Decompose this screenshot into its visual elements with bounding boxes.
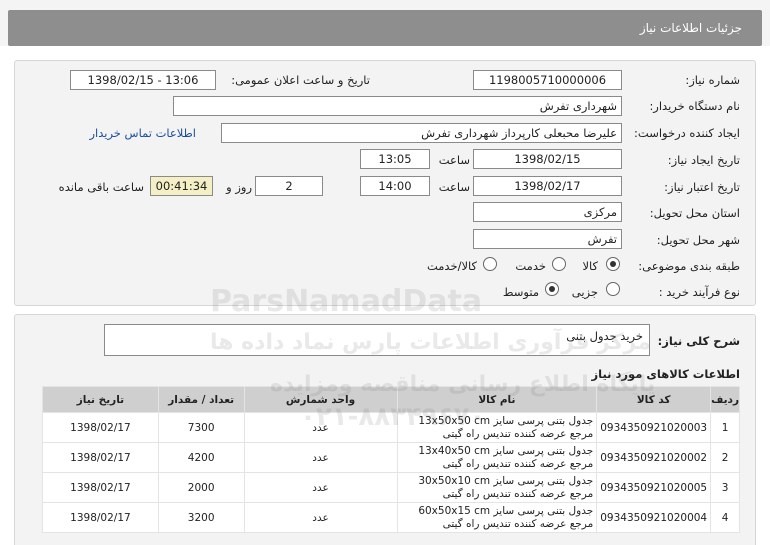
page-title: جزئیات اطلاعات نیاز: [8, 10, 762, 46]
need-number-label: شماره نیاز:: [685, 73, 740, 87]
process-medium-radio[interactable]: [545, 282, 559, 296]
category-service-radio[interactable]: [552, 257, 566, 271]
category-goods-label: کالا: [582, 259, 598, 273]
days-field[interactable]: 2: [255, 176, 323, 196]
cell-unit: عدد: [243, 472, 398, 503]
cell-need-date: 1398/02/17: [42, 502, 159, 533]
created-date-field[interactable]: 1398/02/15: [473, 149, 622, 169]
cell-quantity: 4200: [157, 442, 245, 473]
category-goods-radio[interactable]: [606, 257, 620, 271]
process-label: نوع فرآیند خرید :: [658, 285, 740, 299]
cell-need-date: 1398/02/17: [42, 412, 159, 443]
cell-item-code: 0934350921020002: [596, 442, 712, 473]
table-row: 1 0934350921020003 جدول بتنی پرسی سایز 1…: [42, 412, 740, 443]
col-need-date: تاریخ نیاز: [42, 386, 159, 413]
cell-need-date: 1398/02/17: [42, 472, 159, 503]
created-date-label: تاریخ ایجاد نیاز:: [667, 153, 740, 167]
city-field[interactable]: تفرش: [473, 229, 622, 249]
province-label: استان محل تحویل:: [649, 206, 740, 220]
created-time-field[interactable]: 13:05: [360, 149, 430, 169]
cell-item-code: 0934350921020005: [596, 472, 712, 503]
cell-quantity: 3200: [157, 502, 245, 533]
valid-date-label: تاریخ اعتبار نیاز:: [664, 180, 740, 194]
valid-time-field[interactable]: 14:00: [360, 176, 430, 196]
cell-row-number: 1: [710, 412, 740, 443]
goods-table: ردیف کد کالا نام کالا واحد شمارش تعداد /…: [42, 386, 740, 533]
process-minor-label: جزیی: [571, 285, 598, 299]
category-label: طبقه بندی موضوعی:: [638, 259, 740, 273]
col-row-number: ردیف: [710, 386, 740, 413]
cell-item-code: 0934350921020004: [596, 502, 712, 533]
requester-label: ایجاد کننده درخواست:: [634, 126, 740, 140]
category-service-label: خدمت: [515, 259, 546, 273]
remaining-label: ساعت باقی مانده: [58, 180, 144, 194]
table-row: 2 0934350921020002 جدول بتنی پرسی سایز 1…: [42, 442, 740, 473]
days-label: روز و: [226, 180, 252, 194]
goods-title: اطلاعات کالاهای مورد نیاز: [591, 367, 740, 381]
cell-item-name: جدول بتنی پرسی سایز 60x50x15 cm مرجع عرض…: [396, 502, 598, 533]
remaining-time-field: 00:41:34: [150, 176, 213, 196]
province-field[interactable]: مرکزی: [473, 202, 622, 222]
cell-quantity: 2000: [157, 472, 245, 503]
contact-buyer-link[interactable]: اطلاعات تماس خریدار: [89, 126, 196, 140]
cell-unit: عدد: [243, 412, 398, 443]
summary-field[interactable]: خرید جدول بتنی: [104, 324, 650, 356]
cell-row-number: 4: [710, 502, 740, 533]
city-label: شهر محل تحویل:: [656, 233, 740, 247]
table-row: 3 0934350921020005 جدول بتنی پرسی سایز 3…: [42, 472, 740, 503]
cell-item-name: جدول بتنی پرسی سایز 13x50x50 cm مرجع عرض…: [396, 412, 598, 443]
buyer-field[interactable]: شهرداری تفرش: [173, 96, 622, 116]
cell-quantity: 7300: [157, 412, 245, 443]
category-goods-service-radio[interactable]: [483, 257, 497, 271]
valid-date-field[interactable]: 1398/02/17: [473, 176, 622, 196]
table-row: 4 0934350921020004 جدول بتنی پرسی سایز 6…: [42, 502, 740, 533]
created-time-label: ساعت: [438, 153, 470, 167]
category-goods-service-label: کالا/خدمت: [426, 259, 477, 273]
cell-item-code: 0934350921020003: [596, 412, 712, 443]
col-item-name: نام کالا: [396, 386, 598, 413]
announce-field[interactable]: 1398/02/15 - 13:06: [70, 70, 216, 90]
col-quantity: تعداد / مقدار: [157, 386, 245, 413]
cell-unit: عدد: [243, 442, 398, 473]
need-number-field[interactable]: 1198005710000006: [473, 70, 622, 90]
cell-need-date: 1398/02/17: [42, 442, 159, 473]
cell-item-name: جدول بتنی پرسی سایز 30x50x10 cm مرجع عرض…: [396, 472, 598, 503]
header-area: جزئیات اطلاعات نیاز: [0, 0, 770, 46]
cell-unit: عدد: [243, 502, 398, 533]
valid-time-label: ساعت: [438, 180, 470, 194]
buyer-label: نام دستگاه خریدار:: [649, 99, 740, 113]
cell-row-number: 2: [710, 442, 740, 473]
col-item-code: کد کالا: [596, 386, 712, 413]
announce-label: تاریخ و ساعت اعلان عمومی:: [231, 73, 370, 87]
cell-item-name: جدول بتنی پرسی سایز 13x40x50 cm مرجع عرض…: [396, 442, 598, 473]
process-medium-label: متوسط: [502, 285, 539, 299]
summary-label: شرح کلی نیاز:: [657, 334, 740, 348]
process-minor-radio[interactable]: [606, 282, 620, 296]
requester-field[interactable]: علیرضا محبعلی کارپرداز شهرداری تفرش: [221, 123, 622, 143]
table-header-row: ردیف کد کالا نام کالا واحد شمارش تعداد /…: [42, 386, 740, 413]
col-unit: واحد شمارش: [243, 386, 398, 413]
cell-row-number: 3: [710, 472, 740, 503]
